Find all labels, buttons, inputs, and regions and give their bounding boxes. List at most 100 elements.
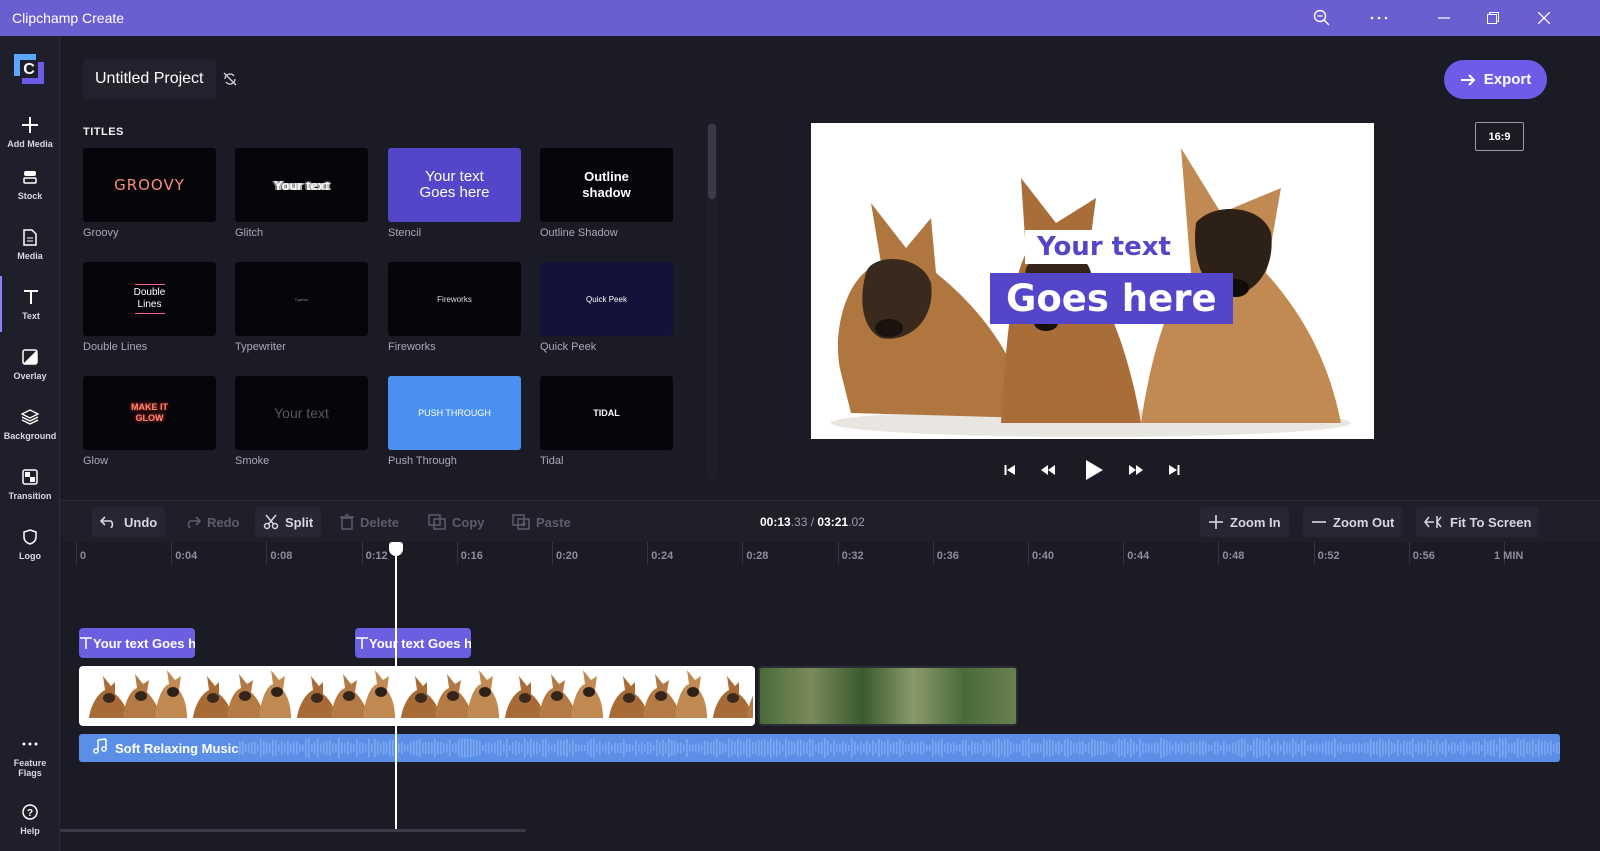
project-name-field[interactable]: Untitled Project (83, 59, 216, 99)
play-icon[interactable] (1082, 457, 1106, 483)
waveform-bar (1487, 741, 1489, 755)
rail-item-media[interactable]: Media (0, 216, 60, 272)
preview-text-line2[interactable]: Goes here (990, 273, 1233, 324)
waveform-bar (857, 744, 859, 752)
more-options-icon[interactable] (1356, 0, 1402, 36)
ruler-label: 0:16 (460, 550, 483, 562)
title-tile-tidal[interactable]: TIDAL Tidal (540, 376, 673, 467)
waveform-bar (929, 744, 931, 752)
title-tile-push-through[interactable]: PUSH THROUGH Push Through (388, 376, 521, 467)
aspect-ratio-button[interactable]: 16:9 (1475, 122, 1524, 151)
waveform-bar (1493, 739, 1495, 757)
clipchamp-logo-icon[interactable]: C (10, 50, 48, 88)
rail-item-text[interactable]: Text (0, 276, 60, 332)
rewind-icon[interactable] (1038, 460, 1058, 480)
waveform-bar (392, 740, 394, 756)
waveform-bar (941, 738, 943, 758)
waveform-bar (803, 741, 805, 755)
waveform-bar (1511, 742, 1513, 754)
export-label: Export (1483, 71, 1532, 88)
waveform-bar (782, 744, 784, 752)
title-tile-double-lines[interactable]: Double Lines Double Lines (83, 262, 216, 353)
title-tile-smoke[interactable]: Your text Smoke (235, 376, 368, 467)
title-tile-quick-peek[interactable]: Quick Peek Quick Peek (540, 262, 673, 353)
title-tile-typewriter[interactable]: Typewri Typewriter (235, 262, 368, 353)
panel-scrollbar[interactable] (707, 122, 717, 480)
waveform-bar (1187, 743, 1189, 753)
waveform-bar (413, 740, 415, 756)
search-icon[interactable] (1299, 0, 1345, 36)
rail-item-logo[interactable]: Logo (0, 516, 60, 572)
scrollbar-thumb[interactable] (708, 124, 716, 199)
paste-button[interactable]: Paste (504, 507, 579, 537)
audio-clip[interactable]: Soft Relaxing Music (79, 734, 1560, 762)
waveform-bar (1451, 742, 1453, 754)
waveform-bar (770, 738, 772, 758)
video-preview[interactable]: Your text Goes here (811, 123, 1374, 439)
delete-button[interactable]: Delete (332, 507, 407, 537)
waveform-bar (1442, 741, 1444, 755)
waveform-bar (593, 739, 595, 757)
waveform-bar (1394, 743, 1396, 753)
text-clip[interactable]: Your text Goes here (79, 628, 195, 658)
restore-icon[interactable] (1470, 0, 1516, 36)
rail-item-background[interactable]: Background (0, 396, 60, 452)
playhead[interactable] (395, 542, 397, 831)
tile-thumbnail: Fireworks (388, 262, 521, 336)
waveform-bar (866, 740, 868, 756)
waveform-bar (368, 738, 370, 758)
rail-label: Media (17, 251, 43, 261)
waveform-bar (749, 738, 751, 758)
zoom-in-button[interactable]: Zoom In (1200, 507, 1289, 537)
fast-forward-icon[interactable] (1126, 460, 1146, 480)
skip-start-icon[interactable] (1000, 460, 1020, 480)
video-clip-field[interactable] (758, 666, 1018, 726)
title-tile-stencil[interactable]: Your text Goes here Stencil (388, 148, 521, 239)
player-controls (990, 455, 1190, 485)
rail-item-transition[interactable]: Transition (0, 456, 60, 512)
waveform-bar (1085, 744, 1087, 752)
rail-item-add-media[interactable]: Add Media (0, 104, 60, 160)
timeline-scrollbar[interactable] (60, 829, 526, 832)
redo-button[interactable]: Redo (175, 507, 248, 537)
waveform-bar (821, 741, 823, 755)
rail-item-overlay[interactable]: Overlay (0, 336, 60, 392)
waveform-bar (1115, 742, 1117, 754)
rail-label: Transition (8, 491, 52, 501)
text-clip-label: Your text Goes here (93, 635, 195, 651)
waveform-bar (257, 744, 259, 752)
undo-button[interactable]: Undo (92, 507, 166, 537)
waveform-bar (605, 743, 607, 753)
waveform-bar (608, 741, 610, 755)
zoom-out-button[interactable]: Zoom Out (1303, 507, 1403, 537)
title-tile-groovy[interactable]: GROOVY Groovy (83, 148, 216, 239)
copy-button[interactable]: Copy (420, 507, 493, 537)
ruler-tick (742, 542, 744, 564)
playhead-handle[interactable] (389, 542, 403, 556)
waveform-bar (704, 740, 706, 756)
waveform-bar (464, 738, 466, 758)
title-tile-fireworks[interactable]: Fireworks Fireworks (388, 262, 521, 353)
fit-to-screen-button[interactable]: Fit To Screen (1416, 507, 1540, 537)
rail-item-feature-flags[interactable]: Feature Flags (0, 726, 60, 786)
title-tile-glitch[interactable]: Your text Glitch (235, 148, 368, 239)
timeline-ruler[interactable]: 0 0:04 0:08 0:12 0:16 0:20 0:24 0:28 0:32 0:36 0:4… (60, 542, 1600, 570)
export-button[interactable]: Export (1444, 60, 1547, 99)
close-icon[interactable] (1521, 0, 1567, 36)
sync-off-icon[interactable] (222, 71, 238, 87)
skip-end-icon[interactable] (1164, 460, 1184, 480)
waveform-bar (1304, 740, 1306, 756)
split-button[interactable]: Split (255, 507, 322, 537)
rail-item-help[interactable]: ? Help (0, 791, 60, 847)
title-tile-outline-shadow[interactable]: Outline shadow Outline Shadow (540, 148, 673, 239)
ruler-tick (266, 542, 268, 564)
title-tile-glow[interactable]: MAKE IT GLOW Glow (83, 376, 216, 467)
preview-text-line1[interactable]: Your text (1025, 230, 1183, 264)
minimize-icon[interactable] (1421, 0, 1467, 36)
video-clip-dogs[interactable] (79, 666, 755, 726)
app-title: Clipchamp Create (12, 10, 125, 26)
rail-item-stock[interactable]: Stock (0, 156, 60, 212)
waveform-bar (1166, 740, 1168, 756)
tile-label: Outline Shadow (540, 227, 618, 239)
text-clip[interactable]: Your text Goes here (355, 628, 471, 658)
